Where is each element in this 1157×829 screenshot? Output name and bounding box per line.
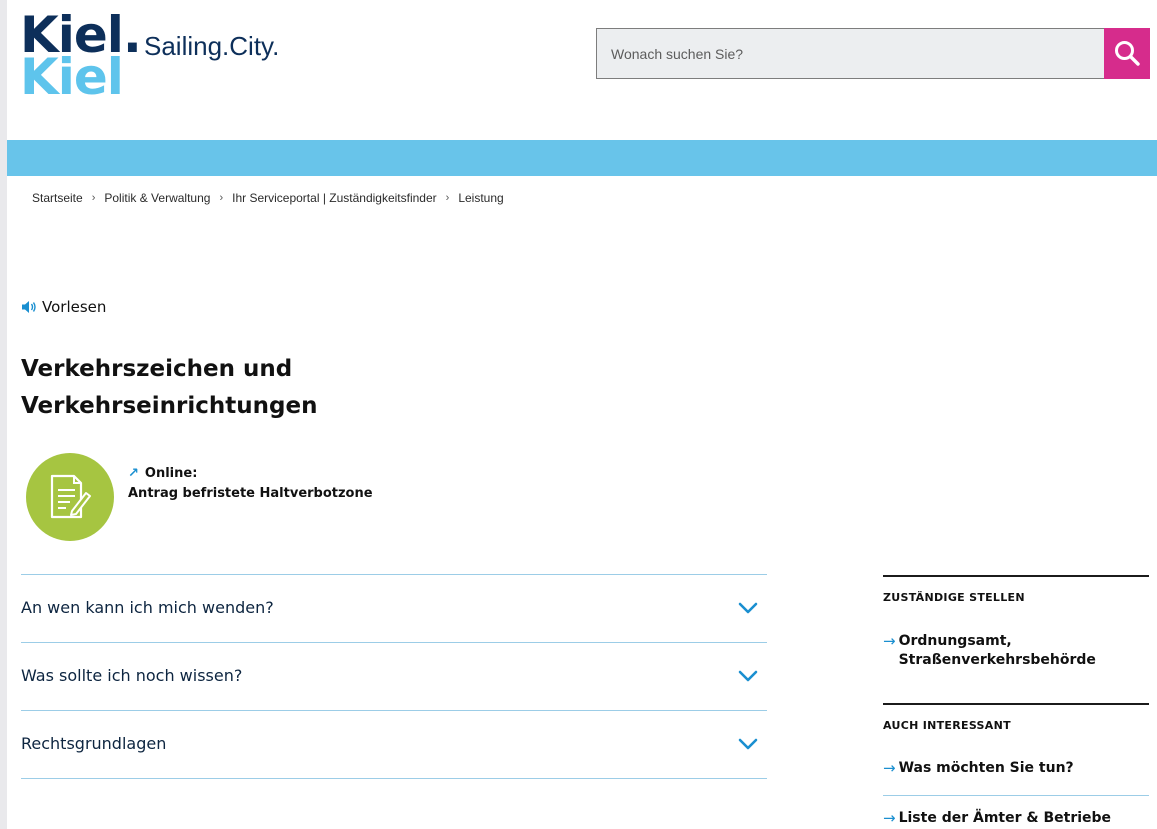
sidebar-link-was-moechten-sie-tun[interactable]: → Was möchten Sie tun? [883, 759, 1149, 796]
sidebar: ZUSTÄNDIGE STELLEN → Ordnungsamt, Straße… [883, 575, 1149, 828]
chevron-down-icon [738, 738, 758, 750]
accordion-item-label: Rechtsgrundlagen [21, 734, 167, 753]
search-bar [596, 28, 1150, 79]
chevron-down-icon [738, 602, 758, 614]
read-aloud-label: Vorlesen [42, 298, 107, 316]
breadcrumb-separator-icon: › [91, 192, 96, 204]
accordion-item-label: An wen kann ich mich wenden? [21, 598, 274, 617]
breadcrumb-item-politik-verwaltung[interactable]: Politik & Verwaltung [104, 191, 210, 205]
speaker-icon [22, 301, 36, 313]
breadcrumb-item-current: Leistung [458, 191, 504, 205]
arrow-right-icon: → [883, 809, 896, 827]
sidebar-heading: AUCH INTERESSANT [883, 719, 1011, 732]
sidebar-section-zustaendige-stellen: ZUSTÄNDIGE STELLEN → Ordnungsamt, Straße… [883, 575, 1149, 686]
document-icon-badge [26, 453, 114, 541]
accordion-item-label: Was sollte ich noch wissen? [21, 666, 243, 685]
page-left-border [0, 0, 7, 829]
site-logo[interactable]: Kiel. Kiel Sailing.City. [20, 8, 320, 108]
accordion-item[interactable]: An wen kann ich mich wenden? [21, 574, 767, 642]
breadcrumb-item-serviceportal[interactable]: Ihr Serviceportal | Zuständigkeitsfinder [232, 191, 437, 205]
chevron-down-icon [738, 670, 758, 682]
document-edit-icon [50, 474, 91, 519]
breadcrumb-separator-icon: › [219, 192, 224, 204]
navigation-band [7, 140, 1157, 176]
breadcrumb: Startseite › Politik & Verwaltung › Ihr … [32, 191, 504, 205]
online-label: Online: [144, 466, 198, 481]
sidebar-link-label: Liste der Ämter & Betriebe [898, 810, 1112, 826]
online-service: ↗ Online: Antrag befristete Haltverbotzon… [128, 464, 373, 504]
sidebar-link-label: Ordnungsamt, Straßenverkehrsbehörde [898, 633, 1096, 668]
logo-tagline: Sailing.City. [144, 31, 280, 61]
search-button[interactable] [1104, 28, 1150, 79]
arrow-right-icon: → [883, 759, 896, 777]
sidebar-link-liste-der-aemter[interactable]: → Liste der Ämter & Betriebe [883, 809, 1149, 828]
arrow-right-icon: → [883, 632, 896, 650]
arrow-northeast-icon: ↗ [128, 466, 139, 481]
sidebar-link-ordnungsamt[interactable]: → Ordnungsamt, Straßenverkehrsbehörde [883, 632, 1149, 670]
breadcrumb-separator-icon: › [445, 192, 450, 204]
search-input[interactable] [596, 28, 1120, 79]
online-service-link[interactable]: Antrag befristete Haltverbotzone [128, 486, 373, 501]
search-icon [1115, 41, 1140, 66]
read-aloud-button[interactable]: Vorlesen [21, 298, 106, 316]
logo-wordmark-secondary: Kiel [20, 48, 124, 106]
breadcrumb-item-startseite[interactable]: Startseite [32, 191, 83, 205]
sidebar-link-label: Was möchten Sie tun? [898, 760, 1074, 776]
sidebar-section-auch-interessant: AUCH INTERESSANT → Was möchten Sie tun? … [883, 703, 1149, 828]
sidebar-heading: ZUSTÄNDIGE STELLEN [883, 591, 1025, 604]
accordion-item[interactable]: Rechtsgrundlagen [21, 710, 767, 779]
accordion: An wen kann ich mich wenden? Was sollte … [21, 574, 767, 779]
page-title: Verkehrszeichen und Verkehrseinrichtunge… [21, 356, 318, 419]
accordion-item[interactable]: Was sollte ich noch wissen? [21, 642, 767, 710]
